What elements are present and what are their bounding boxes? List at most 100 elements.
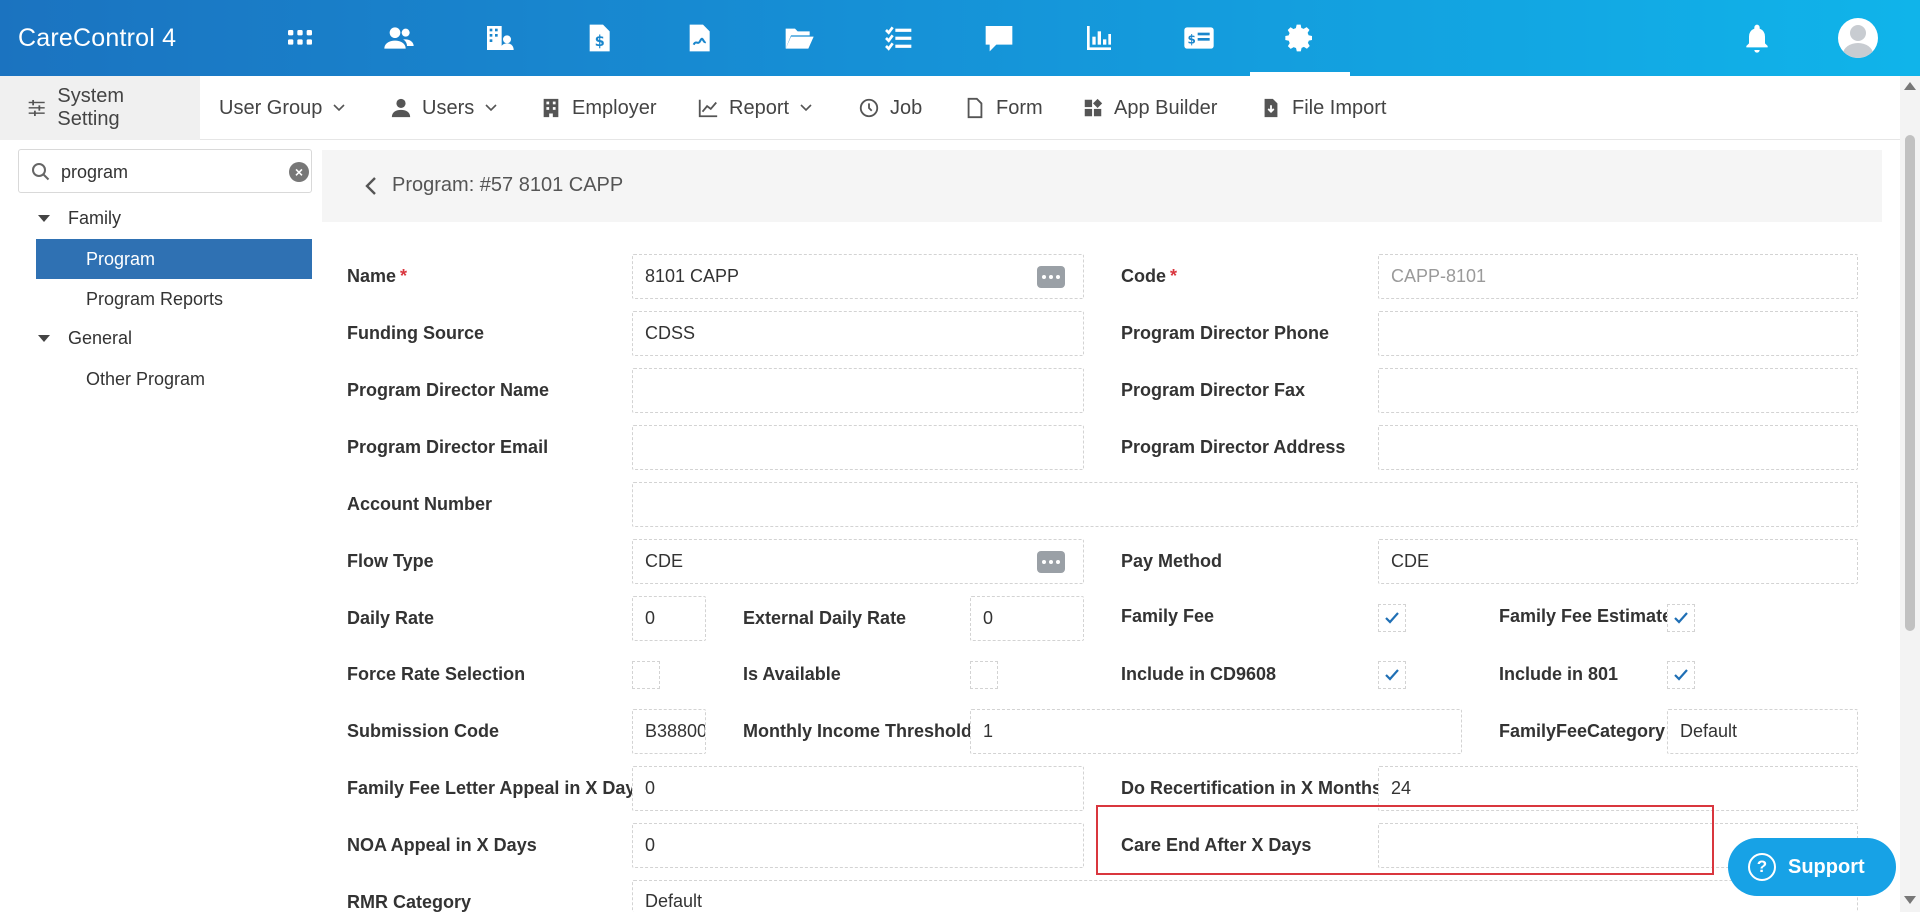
users-icon[interactable] xyxy=(381,20,417,56)
code-field[interactable]: CAPP-8101 xyxy=(1378,254,1858,299)
search-input[interactable] xyxy=(61,158,281,186)
gear-icon[interactable] xyxy=(1282,20,1318,56)
nav-users-label: Users xyxy=(422,96,475,119)
avatar[interactable] xyxy=(1838,18,1878,58)
is-available-label: Is Available xyxy=(743,664,841,684)
bell-icon[interactable] xyxy=(1739,20,1775,56)
director-phone-field[interactable] xyxy=(1378,311,1858,356)
sliders-icon xyxy=(28,99,45,117)
nav-report-label: Report xyxy=(729,96,790,119)
director-email-field[interactable] xyxy=(632,425,1084,470)
sidebar-search: × xyxy=(18,149,312,193)
tree-item-program[interactable]: Program xyxy=(36,239,312,279)
rmr-category-label: RMR Category xyxy=(347,892,472,912)
include-801-checkbox[interactable] xyxy=(1667,661,1695,689)
director-fax-field[interactable] xyxy=(1378,368,1858,413)
highlight-box xyxy=(1096,805,1714,875)
tree-node-general-label: General xyxy=(68,328,133,348)
include-cd9608-label: Include in CD9608 xyxy=(1121,664,1277,684)
nav-app-builder[interactable]: App Builder xyxy=(1082,76,1217,140)
chevron-down-icon xyxy=(800,104,812,112)
submission-code-label: Submission Code xyxy=(347,721,500,741)
folder-icon[interactable] xyxy=(781,20,817,56)
flow-type-field[interactable]: CDE xyxy=(632,539,1084,584)
id-card-icon[interactable]: $ xyxy=(1181,20,1217,56)
include-cd9608-checkbox[interactable] xyxy=(1378,661,1406,689)
file-import-icon xyxy=(1264,98,1278,118)
account-number-field[interactable] xyxy=(632,482,1858,527)
chevron-down-icon xyxy=(485,104,497,112)
tree-item-other-program[interactable]: Other Program xyxy=(36,359,312,399)
invoice-icon[interactable]: $ xyxy=(581,20,617,56)
family-fee-estimate-checkbox[interactable] xyxy=(1667,604,1695,632)
force-rate-label: Force Rate Selection xyxy=(347,664,526,684)
code-label: Code * xyxy=(1121,266,1178,286)
scroll-down-icon[interactable] xyxy=(1904,896,1916,904)
tree-node-general[interactable]: General xyxy=(38,328,132,349)
scrollbar-thumb[interactable] xyxy=(1905,135,1915,631)
nav-employer[interactable]: Employer xyxy=(540,76,656,140)
chevron-left-icon[interactable] xyxy=(364,176,378,196)
nav-form[interactable]: Form xyxy=(964,76,1043,140)
director-address-label: Program Director Address xyxy=(1121,437,1346,457)
funding-source-label: Funding Source xyxy=(347,323,484,343)
caret-down-icon xyxy=(38,335,50,342)
nav-user-group[interactable]: User Group xyxy=(219,76,356,140)
more-icon[interactable] xyxy=(1037,551,1065,573)
noa-appeal-label: NOA Appeal in X Days xyxy=(347,835,537,855)
help-icon: ? xyxy=(1748,853,1776,881)
chevron-down-icon xyxy=(333,104,345,112)
check-icon xyxy=(1674,669,1688,681)
flow-type-value: CDE xyxy=(645,551,684,571)
external-daily-rate-field[interactable]: 0 xyxy=(970,596,1084,641)
page-title: Program: #57 8101 CAPP xyxy=(392,174,624,196)
nav-system-setting[interactable]: System Setting xyxy=(0,76,200,140)
user-icon xyxy=(391,98,411,118)
pay-method-label: Pay Method xyxy=(1121,551,1223,571)
family-fee-checkbox[interactable] xyxy=(1378,604,1406,632)
director-name-field[interactable] xyxy=(632,368,1084,413)
chart-icon[interactable] xyxy=(1081,20,1117,56)
sub-navigation: System Setting User Group Users Employer… xyxy=(0,76,1920,140)
document-icon[interactable] xyxy=(681,20,717,56)
nav-app-builder-label: App Builder xyxy=(1114,96,1218,119)
scroll-up-icon[interactable] xyxy=(1904,82,1916,90)
monthly-income-field[interactable]: 1 xyxy=(970,709,1462,754)
external-daily-rate-label: External Daily Rate xyxy=(743,608,907,628)
line-chart-icon xyxy=(698,99,718,118)
building-icon[interactable] xyxy=(481,20,517,56)
force-rate-checkbox[interactable] xyxy=(632,661,660,689)
apps-icon[interactable] xyxy=(282,20,318,56)
director-address-field[interactable] xyxy=(1378,425,1858,470)
tree-item-program-reports[interactable]: Program Reports xyxy=(36,279,312,319)
svg-text:$: $ xyxy=(1187,32,1195,46)
chat-icon[interactable] xyxy=(981,20,1017,56)
family-fee-category-label: FamilyFeeCategory xyxy=(1499,721,1666,741)
svg-text:$: $ xyxy=(595,33,605,50)
nav-job[interactable]: Job xyxy=(858,76,922,140)
is-available-checkbox[interactable] xyxy=(970,661,998,689)
fee-letter-appeal-field[interactable]: 0 xyxy=(632,766,1084,811)
clock-icon xyxy=(859,98,879,118)
funding-source-field[interactable]: CDSS xyxy=(632,311,1084,356)
pay-method-field[interactable]: CDE xyxy=(1378,539,1858,584)
account-number-label: Account Number xyxy=(347,494,493,514)
caret-down-icon xyxy=(38,215,50,222)
nav-file-import[interactable]: File Import xyxy=(1260,76,1386,140)
clear-icon[interactable]: × xyxy=(289,162,309,182)
recertification-label: Do Recertification in X Months xyxy=(1121,778,1383,798)
submission-code-field[interactable]: B38800 xyxy=(632,709,706,754)
name-field[interactable]: 8101 CAPP xyxy=(632,254,1084,299)
tree-node-family[interactable]: Family xyxy=(38,208,121,229)
nav-users[interactable]: Users xyxy=(390,76,508,140)
check-icon xyxy=(1385,612,1399,624)
support-button[interactable]: ? Support xyxy=(1728,838,1896,896)
checklist-icon[interactable] xyxy=(880,20,916,56)
family-fee-category-field[interactable]: Default xyxy=(1667,709,1858,754)
daily-rate-field[interactable]: 0 xyxy=(632,596,706,641)
check-icon xyxy=(1385,669,1399,681)
rmr-category-field[interactable]: Default xyxy=(632,880,1858,912)
noa-appeal-field[interactable]: 0 xyxy=(632,823,1084,868)
more-icon[interactable] xyxy=(1037,266,1065,288)
nav-report[interactable]: Report xyxy=(697,76,823,140)
